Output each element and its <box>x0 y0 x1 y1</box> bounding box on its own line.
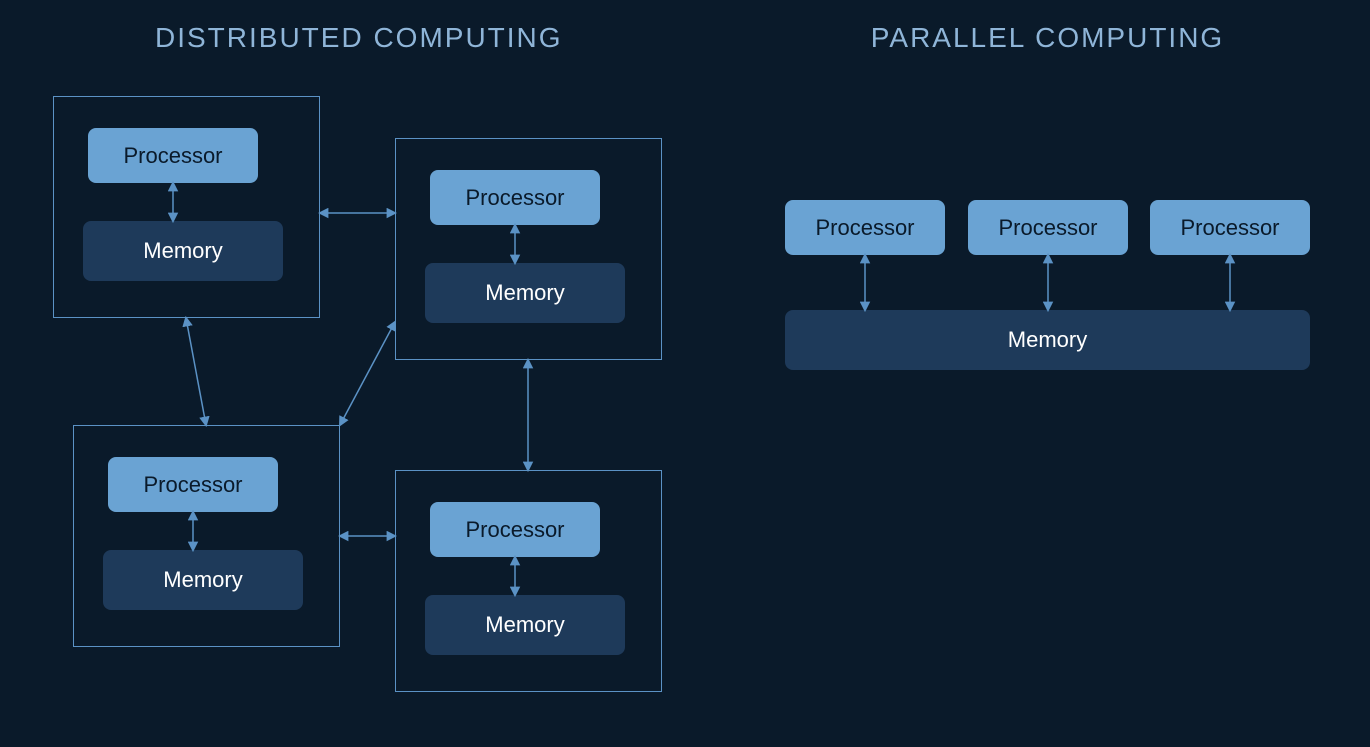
memory-box: Memory <box>83 221 283 281</box>
shared-memory-box: Memory <box>785 310 1310 370</box>
processor-box: Processor <box>785 200 945 255</box>
title-distributed: DISTRIBUTED COMPUTING <box>155 22 563 54</box>
processor-box: Processor <box>968 200 1128 255</box>
memory-box: Memory <box>103 550 303 610</box>
processor-box: Processor <box>1150 200 1310 255</box>
memory-box: Memory <box>425 263 625 323</box>
processor-box: Processor <box>430 502 600 557</box>
processor-box: Processor <box>88 128 258 183</box>
diagram-canvas: DISTRIBUTED COMPUTING PARALLEL COMPUTING… <box>0 0 1370 747</box>
title-parallel: PARALLEL COMPUTING <box>810 22 1285 54</box>
memory-box: Memory <box>425 595 625 655</box>
processor-box: Processor <box>430 170 600 225</box>
processor-box: Processor <box>108 457 278 512</box>
